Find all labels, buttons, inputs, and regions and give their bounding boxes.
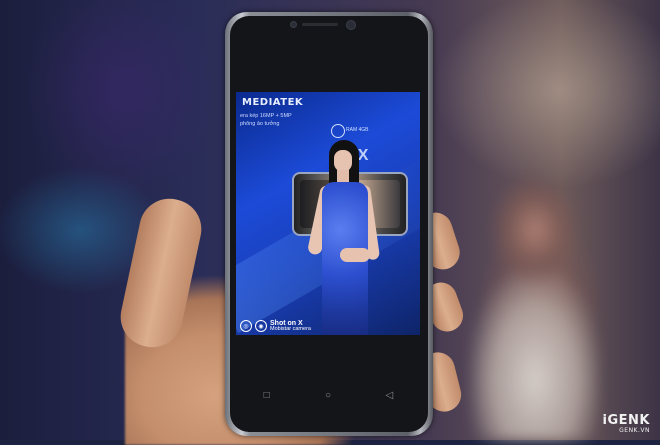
watermark-logo: iGENK [602,413,650,428]
sensor-icon [290,21,297,28]
ram-text: RAM 4GB [346,127,369,133]
model-face [334,150,352,172]
model-hands [340,248,370,262]
back-icon[interactable]: ◁ [380,386,398,404]
recent-apps-icon[interactable]: □ [258,386,276,404]
brand-circle-icon: ◉ [255,320,267,333]
model-figure [304,140,384,335]
blurred-person [470,150,600,440]
watermark-url: GENK.VN [619,427,650,434]
screen-line-1: era kép 16MP + 5MP [240,113,292,119]
screen-line-2: phông ảo tưởng [240,121,280,127]
ram-badge-icon [331,124,345,138]
earpiece [302,23,338,26]
shot-subtitle: Mobistar camera [270,326,311,332]
shot-text-block: Shot on X Mobistar camera [270,320,311,333]
front-camera-icon [346,20,356,30]
watermark: iGENK GENK.VN [603,414,650,434]
camera-icon: ◎ [240,320,252,333]
phone-screen: MEDIATEK era kép 16MP + 5MP phông ảo tưở… [236,92,420,335]
home-icon[interactable]: ○ [319,386,337,404]
model-neck [337,170,349,182]
shot-on-badge: ◎ ◉ Shot on X Mobistar camera [240,320,311,333]
android-nav-bar: □ ○ ◁ [236,375,420,415]
screen-brand-text: MEDIATEK [242,97,304,108]
